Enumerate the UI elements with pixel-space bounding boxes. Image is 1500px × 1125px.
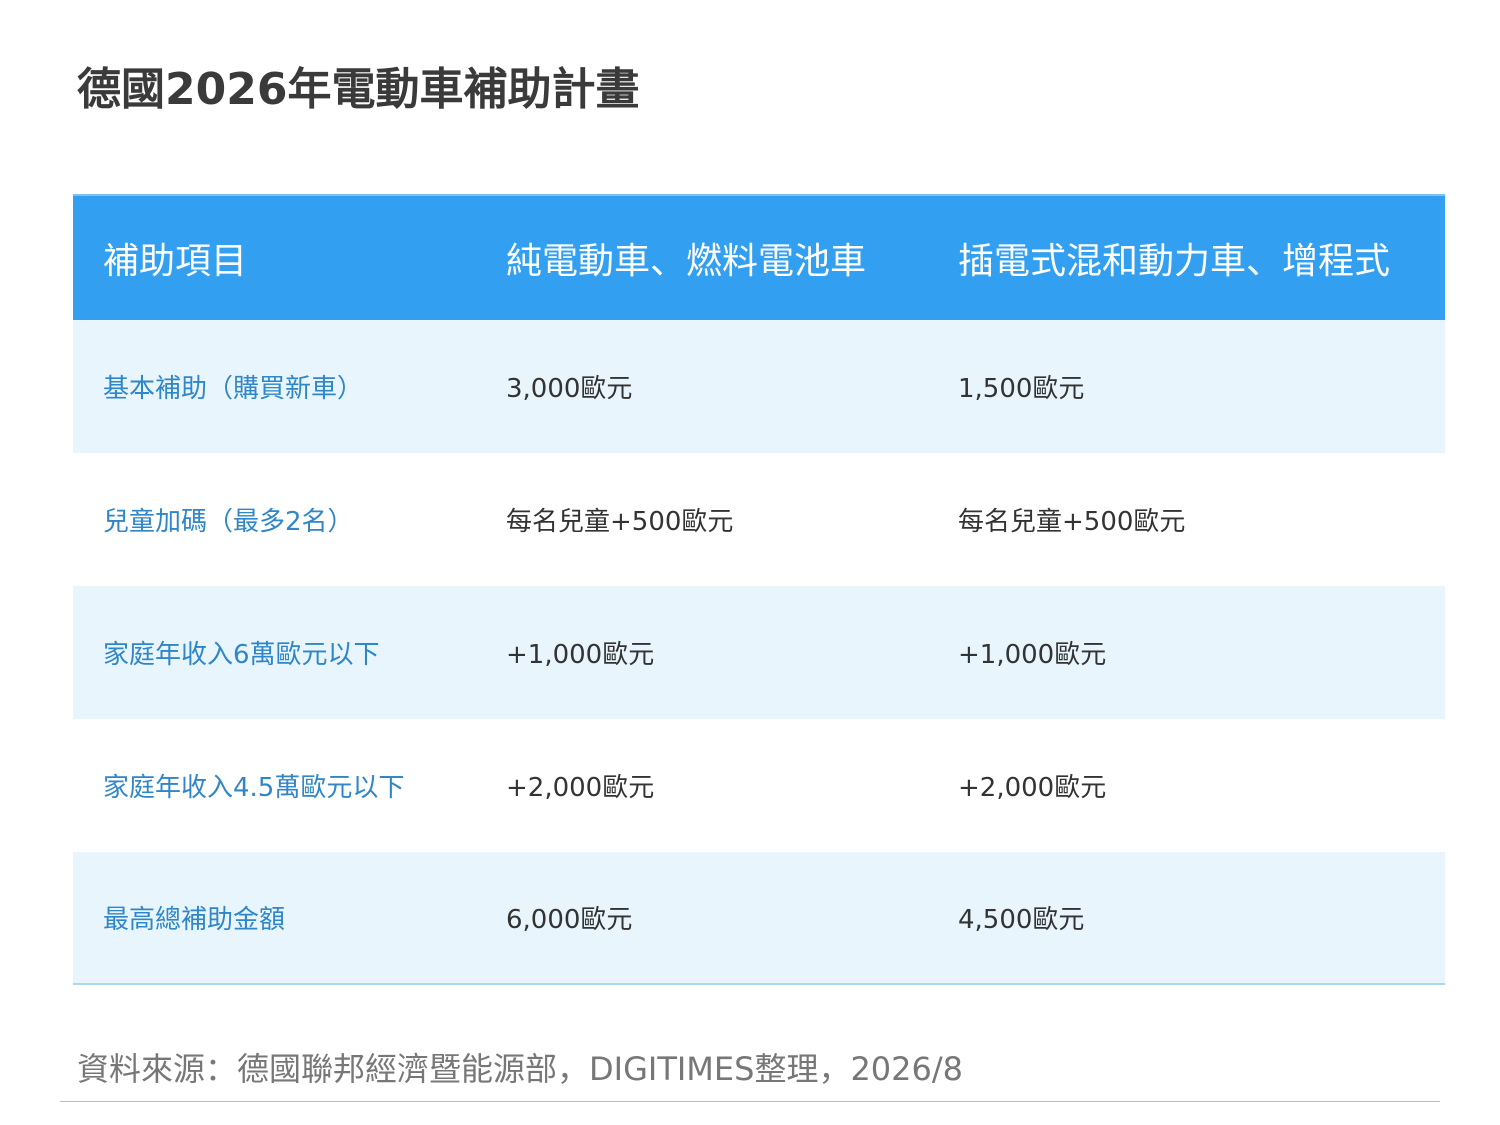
bev-value: 3,000歐元 <box>506 374 633 404</box>
header-item: 補助項目 <box>103 241 248 282</box>
bev-value: 每名兒童+500歐元 <box>506 507 734 537</box>
phev-value: 1,500歐元 <box>958 374 1085 404</box>
table-row: 家庭年收入4.5萬歐元以下 +2,000歐元 +2,000歐元 <box>73 719 1445 852</box>
page-title: 德國2026年電動車補助計畫 <box>77 64 640 115</box>
header-phev-erev: 插電式混和動力車、增程式 <box>958 241 1391 282</box>
row-label: 最高總補助金額 <box>103 905 286 935</box>
row-label: 家庭年收入4.5萬歐元以下 <box>103 773 405 803</box>
table-header-row: 補助項目 純電動車、燃料電池車 插電式混和動力車、增程式 <box>73 194 1445 320</box>
row-label: 兒童加碼（最多2名） <box>103 507 354 537</box>
bottom-divider <box>60 1101 1440 1102</box>
source-note: 資料來源：德國聯邦經濟暨能源部，DIGITIMES整理，2026/8 <box>77 1050 964 1088</box>
table-row: 基本補助（購買新車） 3,000歐元 1,500歐元 <box>73 320 1445 453</box>
bev-value: +1,000歐元 <box>506 640 655 670</box>
phev-value: +2,000歐元 <box>958 773 1107 803</box>
phev-value: +1,000歐元 <box>958 640 1107 670</box>
row-label: 基本補助（購買新車） <box>103 374 364 404</box>
header-bev-fcev: 純電動車、燃料電池車 <box>506 241 867 282</box>
table-row: 家庭年收入6萬歐元以下 +1,000歐元 +1,000歐元 <box>73 586 1445 719</box>
table-row: 最高總補助金額 6,000歐元 4,500歐元 <box>73 852 1445 985</box>
bev-value: +2,000歐元 <box>506 773 655 803</box>
phev-value: 4,500歐元 <box>958 905 1085 935</box>
bev-value: 6,000歐元 <box>506 905 633 935</box>
subsidy-table: 補助項目 純電動車、燃料電池車 插電式混和動力車、增程式 基本補助（購買新車） … <box>73 194 1445 985</box>
row-label: 家庭年收入6萬歐元以下 <box>103 640 380 670</box>
table-row: 兒童加碼（最多2名） 每名兒童+500歐元 每名兒童+500歐元 <box>73 453 1445 586</box>
phev-value: 每名兒童+500歐元 <box>958 507 1186 537</box>
